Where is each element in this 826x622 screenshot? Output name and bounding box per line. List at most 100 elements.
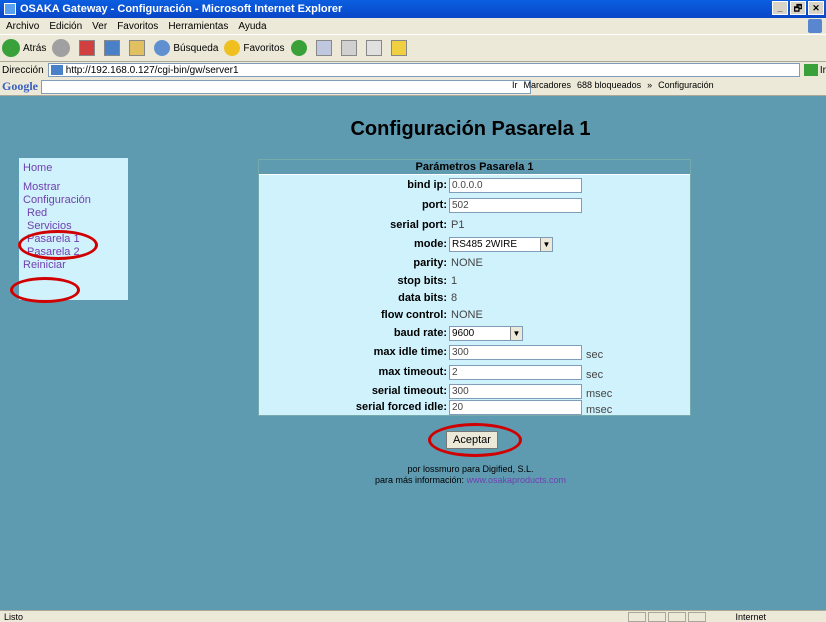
mode-select[interactable]: RS485 2WIRE ▼	[449, 237, 553, 252]
mail-icon	[315, 40, 332, 56]
forward-arrow-icon	[52, 39, 71, 57]
stop-button[interactable]	[79, 40, 98, 56]
flow-control-value: NONE	[451, 309, 483, 321]
folder-icon	[390, 40, 407, 56]
max-timeout-label: max timeout:	[378, 366, 447, 378]
back-arrow-icon	[2, 39, 20, 57]
close-button[interactable]: ✕	[808, 1, 824, 15]
mail-button[interactable]	[315, 40, 335, 56]
flow-control-label: flow control:	[381, 309, 447, 321]
page-footer: por lossmuro para Digified, S.L. para má…	[0, 464, 826, 486]
search-label: Búsqueda	[173, 42, 219, 54]
port-label: port:	[421, 199, 447, 211]
bind-ip-input[interactable]: 0.0.0.0	[449, 178, 582, 193]
favorites-button[interactable]: Favoritos	[224, 40, 285, 56]
go-button[interactable]: Ir	[803, 64, 826, 76]
nav-show-config[interactable]: Mostrar Configuración	[23, 181, 124, 207]
row-max-idle-time: max idle time: 300 sec	[259, 345, 692, 361]
restore-button[interactable]: 🗗	[790, 1, 806, 15]
footer-info-prefix: para más información:	[374, 475, 464, 485]
minimize-button[interactable]: _	[772, 1, 788, 15]
google-search-input[interactable]	[41, 79, 531, 94]
row-bind-ip: bind ip: 0.0.0.0	[259, 178, 692, 194]
data-bits-label: data bits:	[398, 292, 447, 304]
go-label: Ir	[819, 64, 826, 76]
google-toolbar-actions: Ir Marcadores 688 bloqueados » Configura…	[512, 80, 714, 90]
row-stop-bits: stop bits: 1	[259, 274, 692, 290]
folder-button[interactable]	[390, 40, 410, 56]
footer-website-link[interactable]: www.osakaproducts.com	[467, 475, 567, 485]
serial-forced-idle-input[interactable]: 20	[449, 400, 582, 415]
serial-forced-idle-unit: msec	[586, 404, 613, 416]
google-logo[interactable]: Google	[2, 79, 38, 94]
popup-blocker-button[interactable]: 688 bloqueados	[577, 80, 641, 90]
max-idle-time-label: max idle time:	[373, 346, 447, 358]
search-button[interactable]: Búsqueda	[154, 40, 218, 56]
window-controls: _ 🗗 ✕	[772, 1, 824, 15]
serial-forced-idle-label: serial forced idle:	[355, 401, 447, 413]
history-icon	[290, 40, 307, 56]
row-flow-control: flow control: NONE	[259, 308, 692, 324]
back-button[interactable]: Atrás	[2, 39, 46, 57]
menu-ver[interactable]: Ver	[92, 21, 107, 32]
data-bits-value: 8	[451, 292, 458, 304]
history-button[interactable]	[290, 40, 310, 56]
google-go-button[interactable]: Ir	[512, 80, 518, 90]
page-icon	[50, 65, 63, 75]
edit-button[interactable]	[365, 40, 385, 56]
more-chevron-icon[interactable]: »	[647, 80, 652, 90]
menu-archivo[interactable]: Archivo	[6, 21, 39, 32]
bookmarks-button[interactable]: Marcadores	[524, 80, 572, 90]
footer-credit: por lossmuro para Digified, S.L.	[407, 464, 534, 474]
gateway-params-panel: Parámetros Pasarela 1 bind ip: 0.0.0.0 p…	[258, 159, 691, 416]
favorites-label: Favoritos	[243, 42, 285, 54]
home-button[interactable]	[129, 40, 148, 56]
row-max-timeout: max timeout: 2 sec	[259, 365, 692, 381]
serial-timeout-input[interactable]: 300	[449, 384, 582, 399]
row-port: port: 502	[259, 198, 692, 214]
max-timeout-input[interactable]: 2	[449, 365, 582, 380]
footer-info: para más información: www.osakaproducts.…	[0, 475, 826, 486]
mode-label: mode:	[414, 238, 447, 250]
nav-restart[interactable]: Reiniciar	[23, 259, 124, 272]
bind-ip-label: bind ip:	[407, 179, 447, 191]
address-url: http://192.168.0.127/cgi-bin/gw/server1	[65, 64, 239, 76]
menu-ayuda[interactable]: Ayuda	[238, 21, 266, 32]
chevron-down-icon: ▼	[540, 238, 552, 251]
baud-rate-label: baud rate:	[393, 327, 447, 339]
menu-edicion[interactable]: Edición	[49, 21, 82, 32]
nav-red[interactable]: Red	[23, 207, 124, 220]
serial-port-value: P1	[451, 219, 465, 231]
go-arrow-icon	[803, 64, 818, 76]
page-content: Configuración Pasarela 1 Home Mostrar Co…	[0, 96, 826, 610]
page-title: Configuración Pasarela 1	[350, 118, 591, 140]
menu-favoritos[interactable]: Favoritos	[117, 21, 158, 32]
home-icon	[129, 40, 146, 56]
windows-logo-icon	[808, 19, 822, 33]
max-idle-time-input[interactable]: 300	[449, 345, 582, 360]
max-timeout-unit: sec	[586, 369, 604, 381]
serial-timeout-unit: msec	[586, 388, 613, 400]
menu-herramientas[interactable]: Herramientas	[168, 21, 228, 32]
settings-button[interactable]: Configuración	[658, 80, 714, 90]
address-input[interactable]: http://192.168.0.127/cgi-bin/gw/server1	[47, 63, 800, 77]
address-label: Dirección	[2, 64, 44, 76]
print-icon	[340, 40, 357, 56]
search-icon	[154, 40, 171, 56]
baud-rate-select[interactable]: 9600 ▼	[449, 326, 523, 341]
port-input[interactable]: 502	[449, 198, 582, 213]
stop-bits-label: stop bits:	[397, 275, 448, 287]
nav-home[interactable]: Home	[23, 162, 124, 175]
stop-icon	[79, 40, 96, 56]
row-serial-timeout: serial timeout: 300 msec	[259, 384, 692, 400]
parity-value: NONE	[451, 257, 483, 269]
forward-button[interactable]	[52, 39, 73, 57]
annotation-circle-accept	[428, 423, 522, 457]
window-titlebar: OSAKA Gateway - Configuración - Microsof…	[0, 0, 826, 18]
refresh-button[interactable]	[104, 40, 123, 56]
annotation-circle-gateway1	[18, 230, 98, 260]
toolbar: Atrás Búsqueda Favoritos	[0, 34, 826, 62]
print-button[interactable]	[340, 40, 360, 56]
status-text: Listo	[4, 611, 24, 622]
row-serial-forced-idle: serial forced idle: 20 msec	[259, 400, 692, 416]
